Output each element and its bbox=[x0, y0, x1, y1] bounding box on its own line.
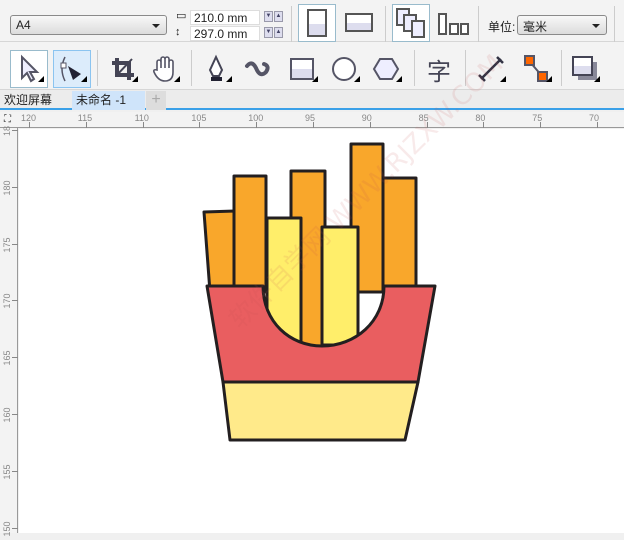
fry bbox=[381, 176, 418, 294]
carton-bottom bbox=[221, 380, 420, 442]
fries-drawing[interactable]: 软件自学网 WWW.RJZXW.COM bbox=[0, 0, 624, 533]
fry bbox=[232, 174, 268, 294]
